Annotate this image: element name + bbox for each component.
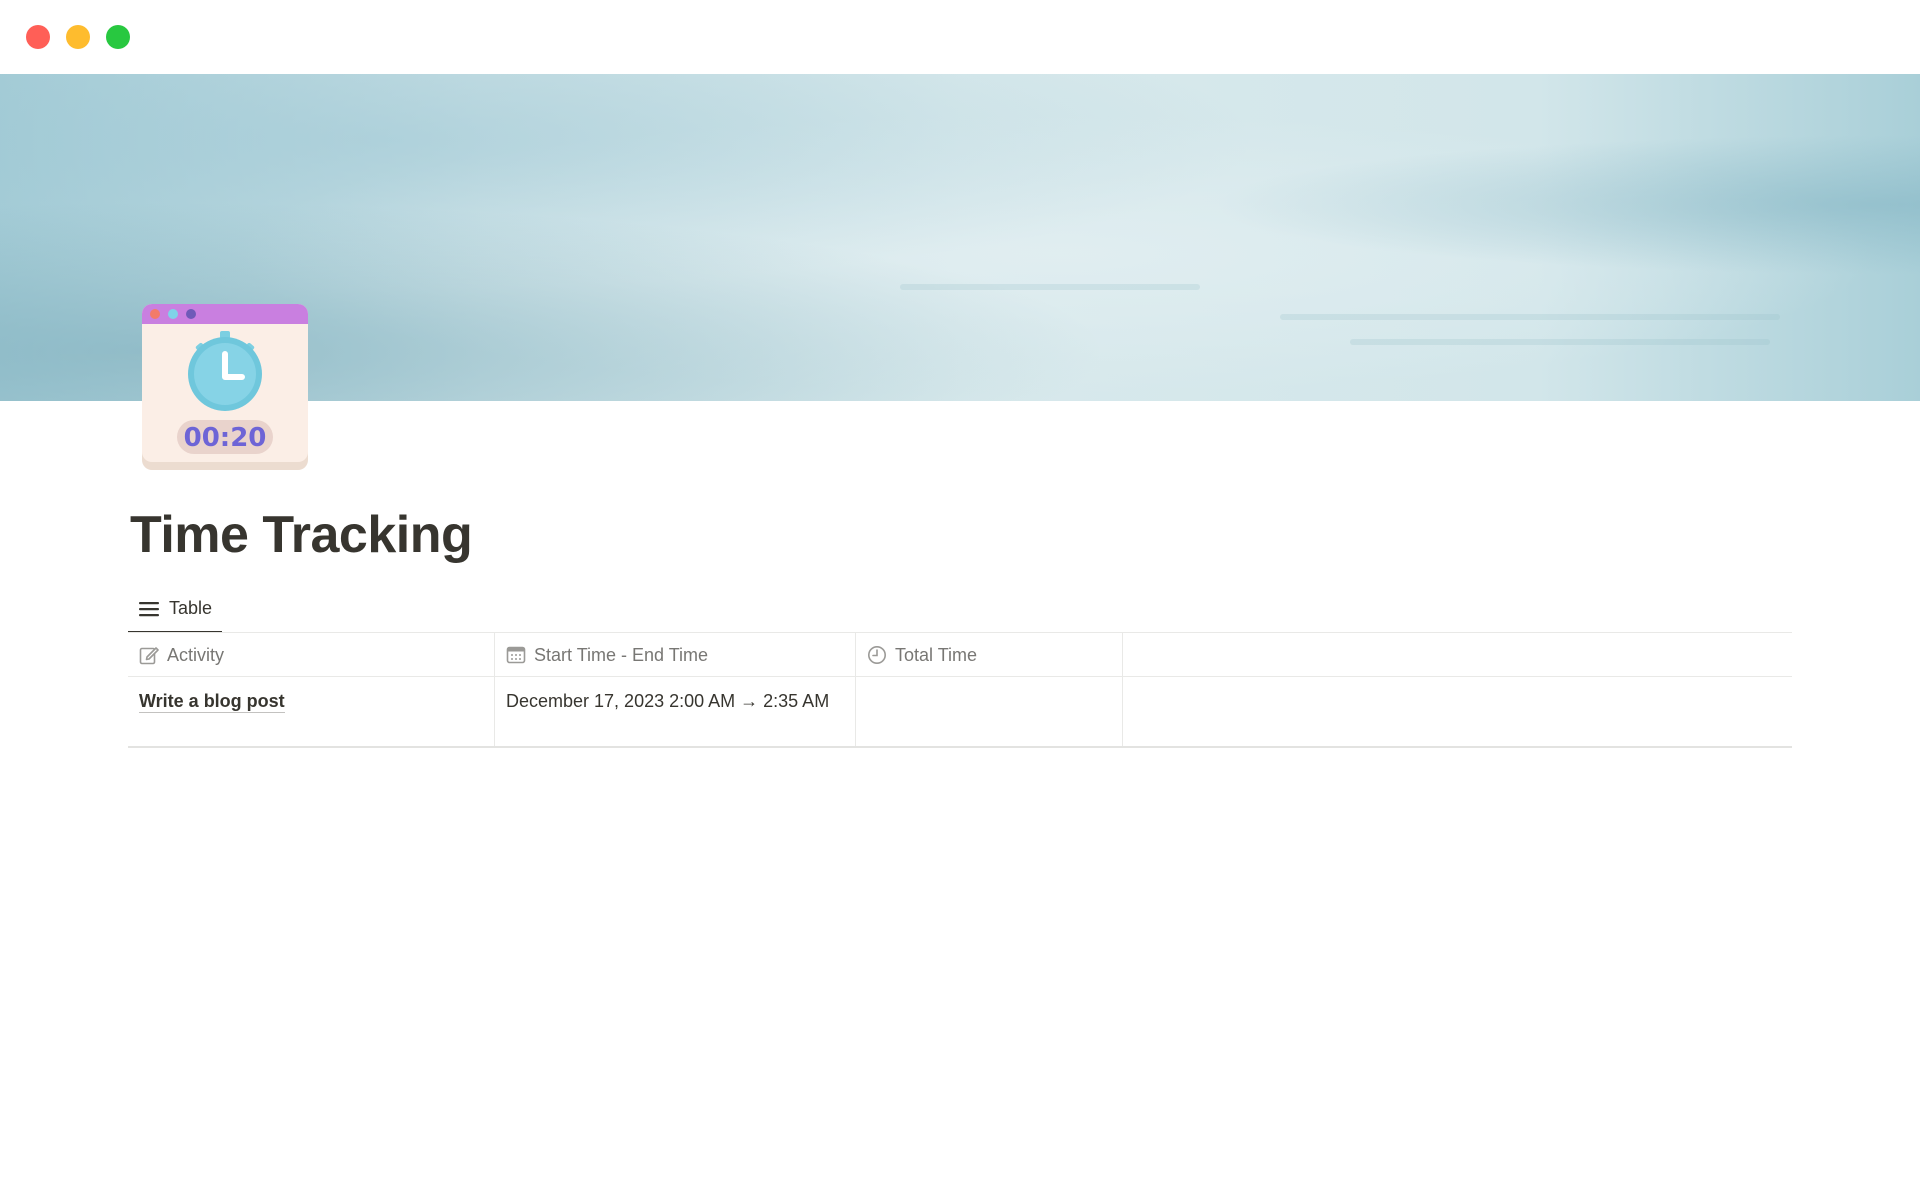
tab-table[interactable]: Table	[128, 586, 223, 633]
clock-icon	[867, 645, 887, 665]
window-close-button[interactable]	[26, 25, 50, 49]
time-range-value: December 17, 2023 2:00 AM → 2:35 AM	[506, 691, 830, 711]
database-table: Activity Start Time - End Time Total Tim…	[128, 632, 1792, 748]
window-minimize-button[interactable]	[66, 25, 90, 49]
page-title[interactable]: Time Tracking	[130, 500, 473, 570]
column-header-start-end-time[interactable]: Start Time - End Time	[495, 633, 856, 676]
edit-icon	[139, 645, 159, 665]
column-header-activity[interactable]: Activity	[128, 633, 495, 676]
stopwatch-timer-text: 00:20	[184, 423, 267, 453]
column-header-label: Start Time - End Time	[534, 644, 709, 665]
table-header-row: Activity Start Time - End Time Total Tim…	[128, 633, 1792, 677]
cell-empty	[1123, 677, 1792, 746]
column-header-total-time[interactable]: Total Time	[856, 633, 1123, 676]
column-header-label: Total Time	[895, 644, 978, 665]
cell-time-range[interactable]: December 17, 2023 2:00 AM → 2:35 AM	[495, 677, 856, 746]
view-tabs: Table	[128, 586, 1792, 633]
list-icon	[138, 598, 160, 620]
calendar-icon	[506, 645, 526, 665]
table-row[interactable]: Write a blog post December 17, 2023 2:00…	[128, 677, 1792, 748]
cell-activity[interactable]: Write a blog post	[128, 677, 495, 746]
window-maximize-button[interactable]	[106, 25, 130, 49]
column-header-label: Activity	[167, 644, 225, 665]
cell-total-time[interactable]	[856, 677, 1123, 746]
tab-label: Table	[169, 598, 213, 618]
column-header-add[interactable]	[1123, 633, 1792, 676]
activity-page-link[interactable]: Write a blog post	[139, 690, 285, 713]
stopwatch-icon[interactable]: 00:20	[142, 304, 308, 470]
window-titlebar	[0, 0, 1920, 74]
